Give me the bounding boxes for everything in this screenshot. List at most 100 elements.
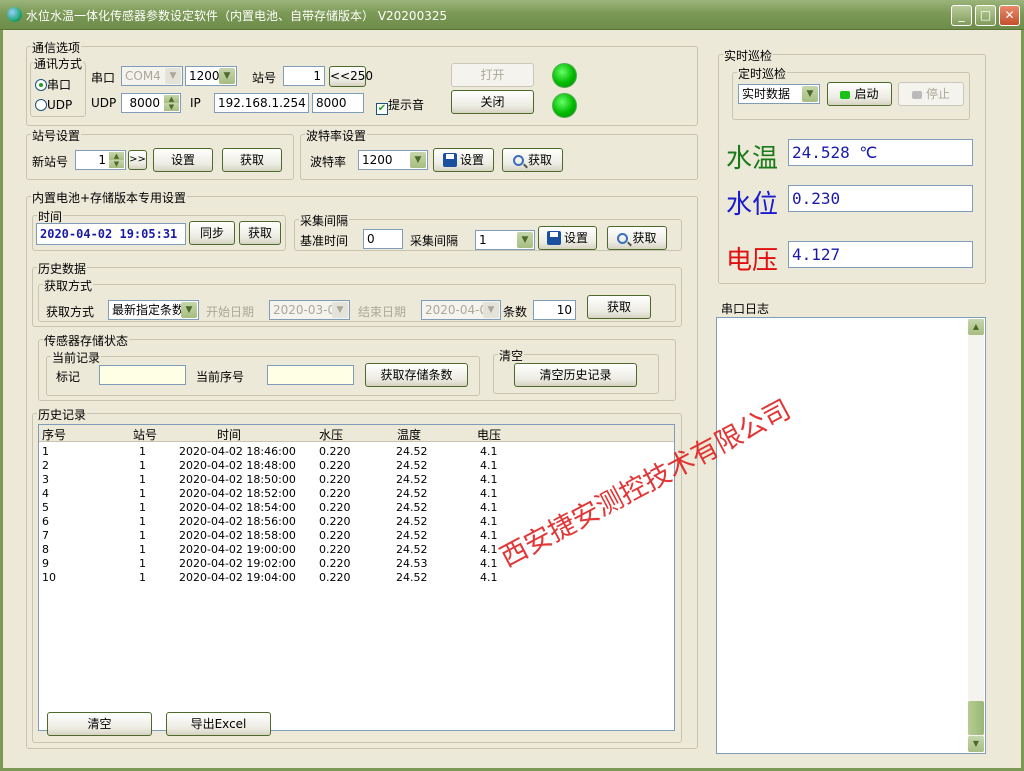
base-time-input[interactable]: 0	[363, 229, 403, 249]
log-scrollbar[interactable]: ▲ ▼	[968, 319, 984, 752]
scroll-up-icon[interactable]: ▲	[968, 319, 984, 335]
col-header-time[interactable]: 时间	[217, 426, 241, 443]
port-select[interactable]: COM4 ▼	[121, 66, 183, 86]
table-row[interactable]: 8 1 2020-04-02 19:00:00 0.220 24.52 4.1	[39, 543, 674, 557]
col-header-seq[interactable]: 序号	[42, 426, 66, 443]
radio-serial[interactable]: 串口	[35, 76, 71, 93]
time-get-button[interactable]: 获取	[239, 221, 281, 245]
table-cell: 0.220	[319, 529, 351, 542]
time-sync-button[interactable]: 同步	[189, 221, 235, 245]
table-cell: 2020-04-02 19:02:00	[179, 557, 296, 570]
title-bar: 水位水温一体化传感器参数设定软件（内置电池、自带存储版本） V20200325 …	[0, 0, 1024, 30]
station-settings-title: 站号设置	[31, 127, 82, 144]
station-copy-button[interactable]: >>	[128, 150, 147, 170]
interval-set-button[interactable]: 设置	[538, 226, 597, 250]
table-cell: 1	[139, 529, 146, 542]
table-cell: 10	[42, 571, 56, 584]
spin-icon: ▲ ▼	[164, 95, 179, 111]
history-table[interactable]: 序号 站号 时间 水压 温度 电压 1 1 2020-04-02 18:46:00 0…	[38, 424, 675, 731]
export-excel-button[interactable]: 导出Excel	[166, 712, 271, 736]
start-button[interactable]: 启动	[827, 82, 892, 106]
end-date-label: 结束日期	[358, 305, 407, 319]
table-row[interactable]: 10 1 2020-04-02 19:04:00 0.220 24.52 4.1	[39, 571, 674, 585]
baud-value: 1200	[189, 69, 220, 83]
station-get-button[interactable]: 获取	[222, 148, 282, 172]
chevron-down-icon: ▼	[410, 152, 426, 168]
seq-label: 当前序号	[196, 370, 245, 384]
col-header-temp[interactable]: 温度	[397, 426, 421, 443]
table-cell: 24.52	[396, 515, 428, 528]
fetch-mode-select[interactable]: 最新指定条数 ▼	[108, 300, 199, 320]
baud-select[interactable]: 1200 ▼	[185, 66, 237, 86]
radio-udp[interactable]: UDP	[35, 98, 72, 112]
close-button[interactable]: 关闭	[451, 90, 534, 114]
close-window-button[interactable]: ✕	[999, 5, 1020, 26]
count-input[interactable]: 10	[533, 300, 576, 320]
remote-port-input[interactable]: 8000	[312, 93, 364, 113]
col-header-pressure[interactable]: 水压	[319, 426, 343, 443]
chevron-down-icon: ▼	[483, 302, 499, 318]
ip-input[interactable]: 192.168.1.254	[214, 93, 309, 113]
baud-set-button[interactable]: 设置	[433, 148, 494, 172]
patrol-mode-select[interactable]: 实时数据 ▼	[738, 84, 820, 104]
scroll-thumb[interactable]	[968, 701, 984, 735]
radio-serial-dot	[35, 79, 47, 91]
chevron-down-icon: ▼	[165, 68, 181, 84]
new-station-stepper[interactable]: 1 ▲ ▼	[75, 150, 126, 170]
table-cell: 0.220	[319, 543, 351, 556]
history-get-button[interactable]: 获取	[587, 295, 651, 319]
get-storage-count-button[interactable]: 获取存储条数	[365, 363, 468, 387]
table-cell: 1	[139, 557, 146, 570]
udp-port-value: 8000	[129, 96, 160, 110]
table-cell: 4	[42, 487, 49, 500]
scroll-down-icon[interactable]: ▼	[968, 736, 984, 752]
table-row[interactable]: 2 1 2020-04-02 18:48:00 0.220 24.52 4.1	[39, 459, 674, 473]
table-cell: 2020-04-02 19:04:00	[179, 571, 296, 584]
table-cell: 24.52	[396, 445, 428, 458]
table-cell: 4.1	[480, 515, 498, 528]
storage-status-title: 传感器存储状态	[43, 332, 130, 349]
baud-get-button[interactable]: 获取	[502, 148, 563, 172]
clear-title: 清空	[498, 347, 525, 364]
end-date-picker[interactable]: 2020-04-02 ▼	[421, 300, 501, 320]
interval-get-button[interactable]: 获取	[607, 226, 667, 250]
table-cell: 24.52	[396, 543, 428, 556]
radio-udp-label: UDP	[47, 98, 73, 112]
stop-button[interactable]: 停止	[898, 82, 964, 106]
green-led-icon	[840, 91, 851, 99]
table-cell: 24.52	[396, 571, 428, 584]
minimize-button[interactable]: _	[951, 5, 972, 26]
seq-field	[267, 365, 354, 385]
table-cell: 4.1	[480, 459, 498, 472]
serial-log-textarea[interactable]: ▲ ▼	[716, 317, 986, 754]
col-header-voltage[interactable]: 电压	[477, 426, 501, 443]
table-cell: 0.220	[319, 473, 351, 486]
station-limit-button[interactable]: <<250	[329, 66, 373, 87]
table-cell: 1	[139, 473, 146, 486]
table-row[interactable]: 9 1 2020-04-02 19:02:00 0.220 24.53 4.1	[39, 557, 674, 571]
station-set-button[interactable]: 设置	[153, 148, 213, 172]
beep-checkbox[interactable]: ✔ 提示音	[376, 96, 424, 115]
table-clear-button[interactable]: 清空	[47, 712, 152, 736]
table-cell: 24.52	[396, 487, 428, 500]
water-level-value: 0.230	[788, 185, 973, 212]
table-row[interactable]: 3 1 2020-04-02 18:50:00 0.220 24.52 4.1	[39, 473, 674, 487]
time-display: 2020-04-02 19:05:31	[36, 223, 186, 245]
table-cell: 2020-04-02 18:52:00	[179, 487, 296, 500]
table-row[interactable]: 1 1 2020-04-02 18:46:00 0.220 24.52 4.1	[39, 445, 674, 459]
mark-field	[99, 365, 186, 385]
maximize-button[interactable]: □	[975, 5, 996, 26]
water-level-label: 水位	[726, 190, 779, 220]
search-icon	[617, 233, 629, 244]
interval-select[interactable]: 1 ▼	[475, 230, 535, 250]
start-date-picker[interactable]: 2020-03-03 ▼	[269, 300, 350, 320]
fetch-mode-value: 最新指定条数	[112, 303, 185, 317]
col-header-station[interactable]: 站号	[133, 426, 157, 443]
clear-history-button[interactable]: 清空历史记录	[514, 363, 637, 387]
realtime-patrol-title: 实时巡检	[723, 47, 774, 64]
table-cell: 3	[42, 473, 49, 486]
station-input[interactable]: 1	[283, 66, 325, 86]
udp-port-stepper[interactable]: 8000 ▲ ▼	[121, 93, 181, 113]
baudrate-select[interactable]: 1200 ▼	[358, 150, 428, 170]
open-button[interactable]: 打开	[451, 63, 534, 87]
